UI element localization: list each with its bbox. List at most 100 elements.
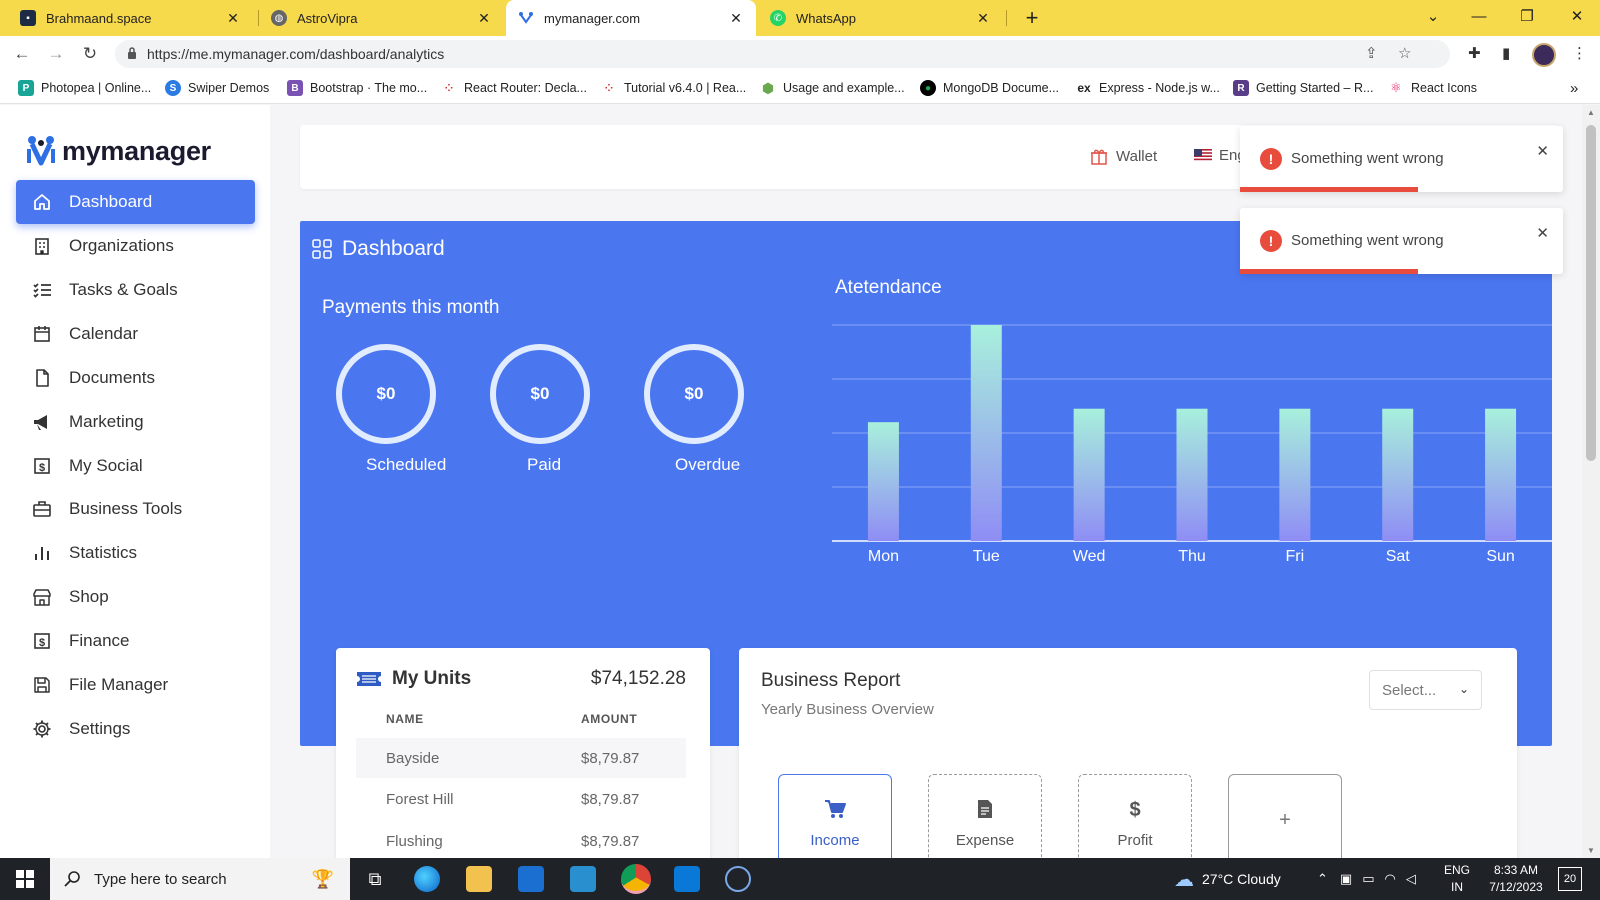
- notification-center-button[interactable]: 20: [1558, 867, 1582, 891]
- bookmark-item[interactable]: P Photopea | Online...: [18, 80, 151, 96]
- svg-text:$: $: [39, 637, 45, 649]
- reload-button[interactable]: ↻: [78, 42, 102, 66]
- bookmark-item[interactable]: B Bootstrap · The mo...: [287, 80, 427, 96]
- kpi-profit-button[interactable]: $ Profit: [1078, 774, 1192, 858]
- save-icon: [32, 675, 52, 695]
- meet-now-icon[interactable]: ▣: [1340, 871, 1352, 887]
- bookmark-item[interactable]: ⬢ Usage and example...: [760, 80, 905, 96]
- new-tab-button[interactable]: +: [1018, 4, 1046, 32]
- chrome-icon[interactable]: [621, 864, 651, 894]
- bookmark-item[interactable]: R Getting Started – R...: [1233, 80, 1373, 96]
- table-row[interactable]: Forest Hill $8,79.87: [356, 779, 686, 819]
- file-explorer-icon[interactable]: [466, 866, 492, 892]
- microsoft-store-icon[interactable]: [518, 866, 544, 892]
- profile-avatar[interactable]: [1532, 43, 1556, 67]
- bookmark-item[interactable]: ⚛ React Icons: [1388, 80, 1477, 96]
- minimize-button[interactable]: —: [1456, 0, 1502, 34]
- close-tab-icon[interactable]: ✕: [975, 10, 991, 27]
- tab-title: WhatsApp: [796, 10, 856, 26]
- kpi-income-button[interactable]: Income: [778, 774, 892, 858]
- bookmark-item[interactable]: ex Express - Node.js w...: [1076, 80, 1220, 96]
- volume-icon[interactable]: ◁: [1406, 871, 1416, 887]
- bookmark-item[interactable]: S Swiper Demos: [165, 80, 269, 96]
- extensions-puzzle-icon[interactable]: ✚: [1468, 44, 1481, 62]
- share-icon[interactable]: ⇪: [1365, 44, 1378, 62]
- side-panel-icon[interactable]: ▮: [1502, 44, 1510, 62]
- sidebar-item-documents[interactable]: Documents: [16, 356, 255, 400]
- wifi-icon[interactable]: ◠: [1385, 871, 1396, 887]
- system-tray[interactable]: ⌃ ▣ ▭ ◠ ◁: [1317, 858, 1416, 900]
- sidebar-item-calendar[interactable]: Calendar: [16, 312, 255, 356]
- sidebar-item-statistics[interactable]: Statistics: [16, 531, 255, 575]
- sidebar-item-label: My Social: [69, 456, 143, 475]
- sidebar-item-business-tools[interactable]: Business Tools: [16, 487, 255, 531]
- bookmark-label: Bootstrap · The mo...: [310, 81, 428, 95]
- tab-mymanager[interactable]: mymanager.com ✕: [506, 0, 756, 36]
- table-row[interactable]: Flushing $8,79.87: [356, 821, 686, 858]
- mail-icon[interactable]: [674, 866, 700, 892]
- kpi-add-button[interactable]: +: [1228, 774, 1342, 858]
- page-scrollbar[interactable]: ▲ ▼: [1582, 105, 1600, 858]
- weather-widget[interactable]: ☁ 27°C Cloudy: [1174, 858, 1281, 900]
- kpi-expense-button[interactable]: Expense: [928, 774, 1042, 858]
- sidebar-item-dashboard[interactable]: Dashboard: [16, 180, 255, 224]
- battery-icon[interactable]: ▭: [1362, 871, 1374, 887]
- wallet-button[interactable]: Wallet: [1090, 147, 1157, 165]
- kpi-label: Profit: [1117, 832, 1153, 849]
- units-total: $74,152.28: [590, 668, 686, 689]
- more-bookmarks-button[interactable]: »: [1570, 80, 1578, 97]
- language-indicator[interactable]: ENG IN: [1440, 862, 1474, 896]
- bookmark-item[interactable]: ⁘ React Router: Decla...: [441, 80, 587, 96]
- chevron-up-icon[interactable]: ⌃: [1317, 871, 1328, 887]
- restore-button[interactable]: ❐: [1504, 0, 1550, 34]
- clock[interactable]: 8:33 AM 7/12/2023: [1478, 862, 1554, 896]
- sidebar-item-my-social[interactable]: $ My Social: [16, 444, 255, 488]
- sidebar-item-marketing[interactable]: Marketing: [16, 400, 255, 444]
- url-bar[interactable]: https://me.mymanager.com/dashboard/analy…: [115, 40, 1450, 68]
- report-period-select[interactable]: Select... ⌄: [1369, 670, 1482, 710]
- forward-button[interactable]: →: [44, 42, 68, 66]
- sidebar-item-organizations[interactable]: Organizations: [16, 224, 255, 268]
- sidebar-item-finance[interactable]: $ Finance: [16, 619, 255, 663]
- tab-astrovipra[interactable]: ◍ AstroVipra ✕: [259, 0, 504, 36]
- close-window-button[interactable]: ✕: [1554, 0, 1600, 34]
- tab-brahmaand[interactable]: ▪ Brahmaand.space ✕: [8, 0, 253, 36]
- grid-icon: [312, 239, 332, 259]
- edge-browser-icon[interactable]: [414, 866, 440, 892]
- close-icon[interactable]: ✕: [1536, 224, 1549, 242]
- bookmark-label: React Router: Decla...: [464, 81, 587, 95]
- tab-whatsapp[interactable]: ✆ WhatsApp ✕: [758, 0, 1003, 36]
- close-tab-icon[interactable]: ✕: [728, 10, 744, 27]
- calendar-icon: [32, 324, 52, 344]
- language-selector[interactable]: Eng: [1194, 147, 1246, 164]
- close-tab-icon[interactable]: ✕: [476, 10, 492, 27]
- sidebar-item-file-manager[interactable]: File Manager: [16, 663, 255, 707]
- bookmark-item[interactable]: ⁘ Tutorial v6.4.0 | Rea...: [601, 80, 747, 96]
- logo[interactable]: mymanager: [26, 135, 211, 167]
- bookmark-star-icon[interactable]: ☆: [1398, 44, 1411, 62]
- cortana-icon[interactable]: [725, 866, 751, 892]
- back-button[interactable]: ←: [10, 42, 34, 66]
- business-report-card: Business Report Yearly Business Overview…: [739, 648, 1517, 858]
- scroll-up-arrow[interactable]: ▲: [1582, 108, 1600, 117]
- pinned-app-icon[interactable]: [570, 866, 596, 892]
- table-row[interactable]: Bayside $8,79.87: [356, 738, 686, 778]
- scroll-down-arrow[interactable]: ▼: [1582, 846, 1600, 855]
- sidebar-item-shop[interactable]: Shop: [16, 575, 255, 619]
- tab-search-chevron-icon[interactable]: ⌄: [1410, 0, 1456, 34]
- url-text: https://me.mymanager.com/dashboard/analy…: [147, 46, 445, 62]
- bookmark-item[interactable]: ● MongoDB Docume...: [920, 80, 1059, 96]
- close-icon[interactable]: ✕: [1536, 142, 1549, 160]
- sidebar-item-tasks-goals[interactable]: Tasks & Goals: [16, 268, 255, 312]
- sidebar-item-label: Tasks & Goals: [69, 280, 178, 299]
- task-view-icon[interactable]: ⧉: [362, 866, 388, 892]
- plus-icon: +: [1279, 809, 1291, 831]
- payment-ring-paid: $0: [490, 344, 590, 444]
- taskbar-search-box[interactable]: Type here to search 🏆: [50, 858, 350, 900]
- scrollbar-thumb[interactable]: [1586, 125, 1596, 461]
- windows-start-icon[interactable]: [16, 870, 34, 888]
- browser-menu-icon[interactable]: ⋮: [1572, 44, 1587, 62]
- close-tab-icon[interactable]: ✕: [225, 10, 241, 27]
- checklist-icon: [32, 280, 52, 300]
- sidebar-item-settings[interactable]: Settings: [16, 707, 255, 751]
